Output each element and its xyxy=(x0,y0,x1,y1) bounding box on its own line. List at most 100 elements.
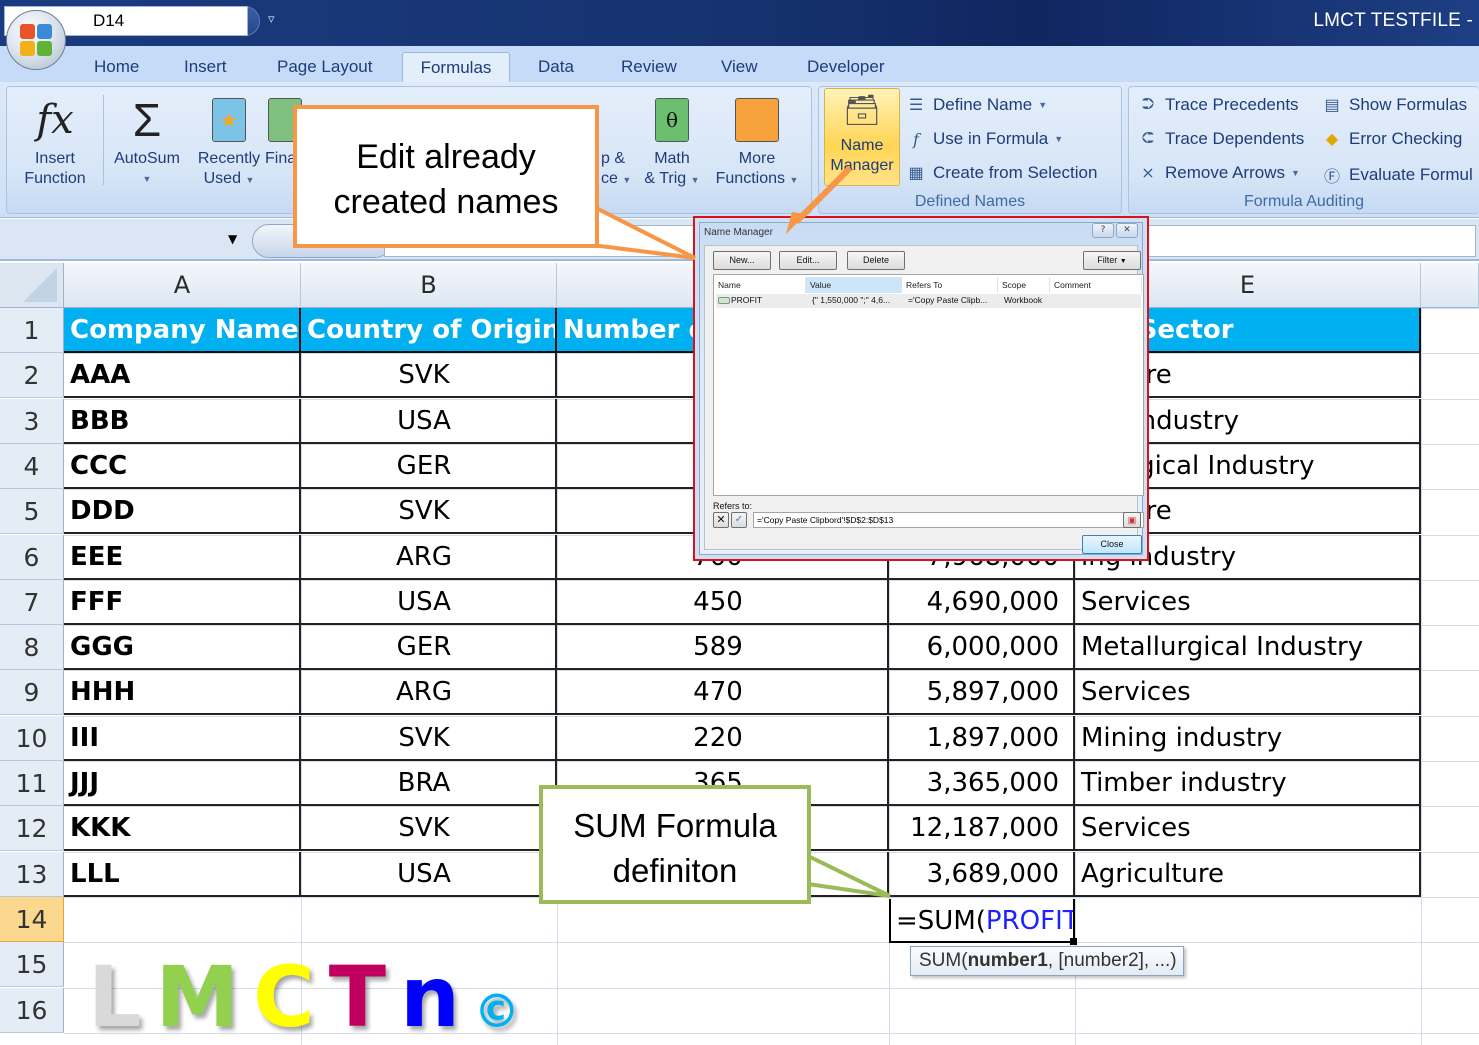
table-cell[interactable]: KKK xyxy=(64,806,301,851)
tab-developer[interactable]: Developer xyxy=(797,52,895,82)
select-all-button[interactable] xyxy=(0,263,64,308)
row-header[interactable]: 14 xyxy=(0,897,64,942)
row-header[interactable]: 1 xyxy=(0,308,64,353)
confirm-edit-icon[interactable]: ✓ xyxy=(731,512,747,528)
row-header[interactable]: 8 xyxy=(0,625,64,670)
tab-data[interactable]: Data xyxy=(528,52,584,82)
error-checking-button[interactable]: ◆ Error Checking xyxy=(1321,129,1463,149)
collapse-dialog-icon[interactable]: ▣ xyxy=(1123,512,1141,528)
table-cell[interactable]: 4,690,000 xyxy=(889,580,1075,625)
list-header-name[interactable]: Name xyxy=(714,277,806,293)
row-header[interactable]: 13 xyxy=(0,852,64,897)
table-cell[interactable]: Metallurgical Industry xyxy=(1075,625,1421,670)
table-cell[interactable]: SVK xyxy=(301,806,557,851)
row-header[interactable]: 7 xyxy=(0,580,64,625)
table-cell[interactable]: GER xyxy=(301,444,557,489)
office-button[interactable] xyxy=(6,10,66,70)
show-formulas-button[interactable]: ▤ Show Formulas xyxy=(1321,95,1467,115)
use-in-formula-button[interactable]: f Use in Formula ▼ xyxy=(905,129,1063,149)
row-header[interactable]: 9 xyxy=(0,670,64,715)
table-cell[interactable]: BBB xyxy=(64,399,301,444)
tab-review[interactable]: Review xyxy=(611,52,687,82)
tab-page-layout[interactable]: Page Layout xyxy=(267,52,382,82)
table-cell[interactable]: 3,689,000 xyxy=(889,852,1075,897)
close-icon[interactable]: ✕ xyxy=(1116,223,1138,238)
recently-used-button[interactable]: ★ Recently Used ▼ xyxy=(189,91,269,190)
table-cell[interactable]: SVK xyxy=(301,716,557,761)
new-name-button[interactable]: New... xyxy=(713,251,771,270)
table-cell[interactable]: Services xyxy=(1075,670,1421,715)
insert-function-button[interactable]: fx Insert Function xyxy=(13,91,97,189)
table-cell[interactable]: HHH xyxy=(64,670,301,715)
define-name-button[interactable]: ☰ Define Name ▼ xyxy=(905,95,1047,115)
tab-view[interactable]: View xyxy=(711,52,768,82)
tab-formulas[interactable]: Formulas xyxy=(402,52,510,83)
row-header[interactable]: 3 xyxy=(0,399,64,444)
row-header[interactable]: 11 xyxy=(0,761,64,806)
names-list[interactable]: Name Value Refers To Scope Comment PROFI… xyxy=(713,274,1144,496)
row-header[interactable]: 15 xyxy=(0,942,64,987)
row-header[interactable]: 5 xyxy=(0,489,64,534)
table-cell[interactable]: DDD xyxy=(64,489,301,534)
evaluate-formula-button[interactable]: Ⓕ Evaluate Formul xyxy=(1321,163,1473,187)
table-cell[interactable]: FFF xyxy=(64,580,301,625)
autosum-button[interactable]: Σ AutoSum ▼ xyxy=(107,91,187,189)
table-cell[interactable]: SVK xyxy=(301,489,557,534)
table-cell[interactable]: 220 xyxy=(557,716,889,761)
name-box-dropdown-icon[interactable]: ▼ xyxy=(228,232,237,246)
table-cell[interactable]: SVK xyxy=(301,353,557,398)
table-header-cell[interactable]: Country of Origin xyxy=(301,308,557,353)
table-cell[interactable]: Agriculture xyxy=(1075,852,1421,897)
table-cell[interactable]: GER xyxy=(301,625,557,670)
row-header[interactable]: 2 xyxy=(0,353,64,398)
table-cell[interactable]: III xyxy=(64,716,301,761)
remove-arrows-button[interactable]: ⨯ Remove Arrows ▼ xyxy=(1137,163,1300,183)
customize-qat-icon[interactable]: ▿ xyxy=(268,12,275,27)
tab-home[interactable]: Home xyxy=(84,52,149,82)
table-cell[interactable]: 450 xyxy=(557,580,889,625)
table-cell[interactable]: GGG xyxy=(64,625,301,670)
table-cell[interactable]: CCC xyxy=(64,444,301,489)
refers-to-input[interactable]: ='Copy Paste Clipbord'!$D$2:$D$13 xyxy=(753,512,1144,528)
table-cell[interactable]: Services xyxy=(1075,580,1421,625)
table-cell[interactable]: Mining industry xyxy=(1075,716,1421,761)
table-cell[interactable]: EEE xyxy=(64,535,301,580)
table-cell[interactable]: ARG xyxy=(301,670,557,715)
table-cell[interactable]: USA xyxy=(301,399,557,444)
table-cell[interactable]: USA xyxy=(301,852,557,897)
table-cell[interactable]: 1,897,000 xyxy=(889,716,1075,761)
table-cell[interactable]: 3,365,000 xyxy=(889,761,1075,806)
table-cell[interactable]: JJJ xyxy=(64,761,301,806)
row-header[interactable]: 16 xyxy=(0,988,64,1033)
active-cell-d14[interactable]: =SUM(PROFIT) xyxy=(889,899,1075,943)
table-cell[interactable]: 5,897,000 xyxy=(889,670,1075,715)
table-cell[interactable]: ARG xyxy=(301,535,557,580)
list-header-comment[interactable]: Comment xyxy=(1050,277,1142,293)
math-trig-button[interactable]: θ Math & Trig ▼ xyxy=(639,91,705,190)
list-header-refers-to[interactable]: Refers To xyxy=(902,277,998,293)
row-header[interactable]: 6 xyxy=(0,535,64,580)
fill-handle[interactable] xyxy=(1070,938,1077,945)
table-cell[interactable]: 6,000,000 xyxy=(889,625,1075,670)
tab-insert[interactable]: Insert xyxy=(174,52,237,82)
table-cell[interactable]: 12,187,000 xyxy=(889,806,1075,851)
table-cell[interactable]: LLL xyxy=(64,852,301,897)
table-cell[interactable]: AAA xyxy=(64,353,301,398)
trace-dependents-button[interactable]: ⮈ Trace Dependents xyxy=(1137,129,1304,149)
table-cell[interactable]: Services xyxy=(1075,806,1421,851)
close-button[interactable]: Close xyxy=(1082,535,1142,554)
filter-button[interactable]: Filter ▼ xyxy=(1083,251,1141,270)
trace-precedents-button[interactable]: ⮊ Trace Precedents xyxy=(1137,95,1299,115)
more-functions-button[interactable]: More Functions ▼ xyxy=(707,91,807,190)
table-cell[interactable]: Timber industry xyxy=(1075,761,1421,806)
column-header-f[interactable] xyxy=(1421,263,1479,308)
table-cell[interactable]: 470 xyxy=(557,670,889,715)
list-item[interactable]: PROFIT {" 1,550,000 ";" 4,6... ='Copy Pa… xyxy=(716,294,1141,308)
name-manager-button[interactable]: 🗃 Name Manager xyxy=(824,88,900,186)
list-header-value[interactable]: Value xyxy=(806,277,902,293)
table-header-cell[interactable]: Company Name xyxy=(64,308,301,353)
edit-name-button[interactable]: Edit... xyxy=(779,251,837,270)
column-header-a[interactable]: A xyxy=(64,263,301,308)
row-header[interactable]: 10 xyxy=(0,716,64,761)
delete-name-button[interactable]: Delete xyxy=(847,251,905,270)
